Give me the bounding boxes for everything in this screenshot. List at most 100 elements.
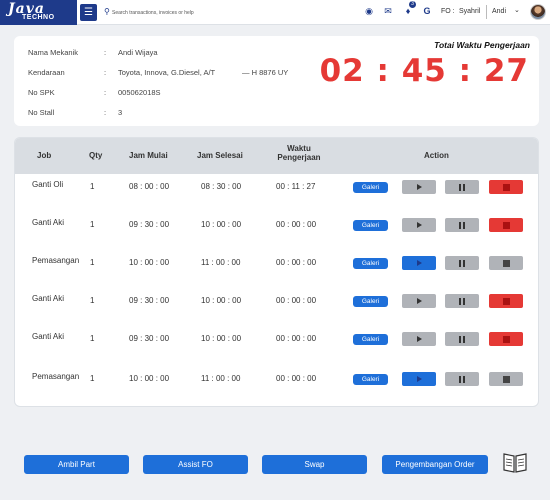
start-time-cell: 09 : 30 : 00 xyxy=(129,220,170,229)
table-row: Ganti Aki 1 09 : 30 : 00 10 : 00 : 00 00 : 0… xyxy=(15,290,538,318)
chat-icon[interactable]: ✉ xyxy=(381,4,395,18)
stop-button[interactable] xyxy=(489,372,523,386)
duration-cell: 00 : 00 : 00 xyxy=(276,220,317,229)
colon: : xyxy=(104,108,107,117)
start-time-cell: 10 : 00 : 00 xyxy=(129,258,170,267)
pause-icon xyxy=(459,335,465,343)
play-button[interactable] xyxy=(402,372,436,386)
end-time-cell: 11 : 00 : 00 xyxy=(201,258,241,267)
pause-icon xyxy=(459,259,465,267)
pause-button[interactable] xyxy=(445,332,479,346)
info-label: No Stall xyxy=(28,108,55,117)
user-name[interactable]: Andi xyxy=(492,8,506,15)
app-logo[interactable]: Java TECHNO xyxy=(0,0,77,25)
logo-subtext: TECHNO xyxy=(22,14,55,21)
pause-button[interactable] xyxy=(445,294,479,308)
license-plate: — H 8876 UY xyxy=(242,68,289,77)
stop-icon xyxy=(502,335,510,343)
galeri-button[interactable]: Galeri xyxy=(353,220,388,231)
stop-icon xyxy=(502,375,510,383)
duration-cell: 00 : 11 : 27 xyxy=(276,182,316,191)
avatar[interactable] xyxy=(530,4,546,20)
g-icon[interactable]: G xyxy=(420,4,434,18)
stop-button[interactable] xyxy=(489,218,523,232)
play-icon xyxy=(416,298,422,304)
colon: : xyxy=(104,48,107,57)
play-icon xyxy=(416,260,422,266)
search-input[interactable] xyxy=(112,6,302,19)
stop-icon xyxy=(502,259,510,267)
start-time-cell: 09 : 30 : 00 xyxy=(129,296,170,305)
qty-cell: 1 xyxy=(90,182,95,191)
pengembangan-order-button[interactable]: Pengembangan Order xyxy=(382,455,488,474)
play-button[interactable] xyxy=(402,332,436,346)
pause-button[interactable] xyxy=(445,372,479,386)
play-icon xyxy=(416,336,422,342)
globe-icon[interactable]: ◉ xyxy=(362,4,376,18)
table-row: Ganti Aki 1 09 : 30 : 00 10 : 00 : 00 00 : 0… xyxy=(15,214,538,242)
qty-cell: 1 xyxy=(90,334,95,343)
galeri-button[interactable]: Galeri xyxy=(353,296,388,307)
play-icon xyxy=(416,376,422,382)
job-cell: Ganti Aki xyxy=(32,218,65,227)
info-value: 005062018S xyxy=(118,88,161,97)
qty-cell: 1 xyxy=(90,220,95,229)
job-cell: Ganti Aki xyxy=(32,294,65,303)
job-cell: Ganti Oli xyxy=(32,180,64,189)
colon: : xyxy=(104,88,107,97)
start-time-cell: 09 : 30 : 00 xyxy=(129,334,170,343)
col-start: Jam Mulai xyxy=(129,151,168,160)
play-button[interactable] xyxy=(402,294,436,308)
book-icon[interactable] xyxy=(502,450,528,474)
pause-button[interactable] xyxy=(445,256,479,270)
total-time-title: Totai Waktu Pengerjaan xyxy=(434,40,530,50)
assist-fo-button[interactable]: Assist FO xyxy=(143,455,248,474)
play-button[interactable] xyxy=(402,218,436,232)
chevron-down-icon[interactable]: ⌄ xyxy=(514,6,520,14)
galeri-button[interactable]: Galeri xyxy=(353,182,388,193)
galeri-button[interactable]: Galeri xyxy=(353,374,388,385)
end-time-cell: 08 : 30 : 00 xyxy=(201,182,242,191)
info-value: 3 xyxy=(118,108,123,117)
col-end: Jam Selesai xyxy=(197,151,243,160)
table-row: Ganti Aki 1 09 : 30 : 00 10 : 00 : 00 00 : 0… xyxy=(15,328,538,356)
start-time-cell: 10 : 00 : 00 xyxy=(129,374,170,383)
duration-cell: 00 : 00 : 00 xyxy=(276,374,317,383)
top-bar: Java TECHNO ☰ ⚲ ◉ ✉ ♦3 G FO : Syahril An… xyxy=(0,0,550,25)
search-bar[interactable]: ⚲ xyxy=(104,6,304,20)
play-button[interactable] xyxy=(402,180,436,194)
galeri-button[interactable]: Galeri xyxy=(353,334,388,345)
pause-icon xyxy=(459,183,465,191)
stop-button[interactable] xyxy=(489,256,523,270)
col-job: Job xyxy=(37,151,52,160)
table-row: Pemasangan 1 10 : 00 : 00 11 : 00 : 00 00 : … xyxy=(15,252,538,280)
duration-cell: 00 : 00 : 00 xyxy=(276,334,317,343)
pause-button[interactable] xyxy=(445,180,479,194)
play-button[interactable] xyxy=(402,256,436,270)
hamburger-menu-icon[interactable]: ☰ xyxy=(80,4,97,21)
job-cell: Pemasangan xyxy=(32,256,80,265)
info-label: Kendaraan xyxy=(28,68,65,77)
stop-button[interactable] xyxy=(489,332,523,346)
stop-icon xyxy=(502,183,510,191)
table-header: Job Qty Jam Mulai Jam Selesai Waktu Peng… xyxy=(15,138,538,174)
stop-button[interactable] xyxy=(489,180,523,194)
colon: : xyxy=(104,68,107,77)
table-row: Pemasangan 1 10 : 00 : 00 11 : 00 : 00 00 : … xyxy=(15,368,538,396)
col-duration: Waktu Pengerjaan xyxy=(274,144,324,162)
stop-button[interactable] xyxy=(489,294,523,308)
swap-button[interactable]: Swap xyxy=(262,455,367,474)
col-duration-line2: Pengerjaan xyxy=(277,153,321,162)
bell-icon[interactable]: ♦ 3 xyxy=(401,1,416,18)
end-time-cell: 11 : 00 : 00 xyxy=(201,374,241,383)
galeri-button[interactable]: Galeri xyxy=(353,258,388,269)
ambil-part-button[interactable]: Ambil Part xyxy=(24,455,129,474)
col-qty: Qty xyxy=(89,151,103,160)
start-time-cell: 08 : 00 : 00 xyxy=(129,182,170,191)
total-time-timer: 02 : 45 : 27 xyxy=(319,53,529,89)
job-cell: Ganti Aki xyxy=(32,332,65,341)
divider xyxy=(486,5,487,19)
job-table: Job Qty Jam Mulai Jam Selesai Waktu Peng… xyxy=(14,137,539,407)
pause-button[interactable] xyxy=(445,218,479,232)
search-icon: ⚲ xyxy=(104,7,110,16)
